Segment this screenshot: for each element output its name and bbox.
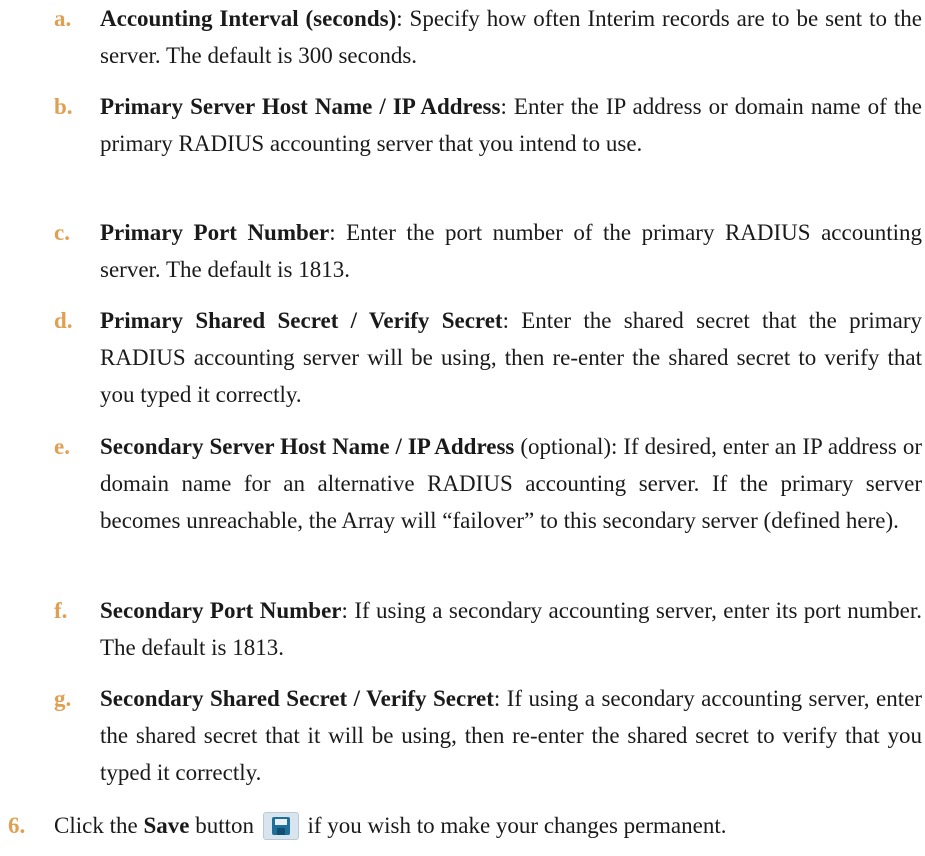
- list-item-secondary-port: f. Secondary Port Number: If using a sec…: [54, 592, 922, 666]
- list-marker: c.: [54, 220, 70, 245]
- item-term: Secondary Server Host Name / IP Address: [100, 434, 515, 459]
- step-text-prefix: Click the: [54, 813, 144, 838]
- item-term: Primary Port Number: [100, 220, 330, 245]
- list-marker: a.: [54, 6, 72, 31]
- save-label: Save: [143, 813, 190, 838]
- item-term: Primary Shared Secret / Verify Secret: [100, 308, 503, 333]
- save-icon[interactable]: [262, 811, 299, 840]
- item-term: Primary Server Host Name / IP Address: [100, 94, 501, 119]
- list-marker: f.: [54, 598, 68, 623]
- list-item-primary-server-host: b. Primary Server Host Name / IP Address…: [54, 88, 922, 162]
- step-6: 6. Click the Save button if you wish to …: [8, 807, 922, 844]
- list-item-secondary-shared-secret: g. Secondary Shared Secret / Verify Secr…: [54, 680, 922, 791]
- floppy-disk-icon: [271, 816, 290, 835]
- item-term: Secondary Port Number: [100, 598, 342, 623]
- list-item-primary-shared-secret: d. Primary Shared Secret / Verify Secret…: [54, 302, 922, 413]
- list-item-secondary-server-host: e. Secondary Server Host Name / IP Addre…: [54, 428, 922, 539]
- item-term: Secondary Shared Secret / Verify Secret: [100, 686, 494, 711]
- list-marker: d.: [54, 308, 73, 333]
- list-marker: b.: [54, 94, 73, 119]
- list-marker: g.: [54, 686, 72, 711]
- list-item-accounting-interval: a. Accounting Interval (seconds): Specif…: [54, 0, 922, 74]
- step-marker: 6.: [8, 813, 26, 838]
- list-marker: e.: [54, 434, 70, 459]
- list-item-primary-port: c. Primary Port Number: Enter the port n…: [54, 214, 922, 288]
- step-text-suffix: if you wish to make your changes permane…: [301, 813, 727, 838]
- step-text-middle: button: [189, 813, 254, 838]
- item-term: Accounting Interval (seconds): [100, 6, 397, 31]
